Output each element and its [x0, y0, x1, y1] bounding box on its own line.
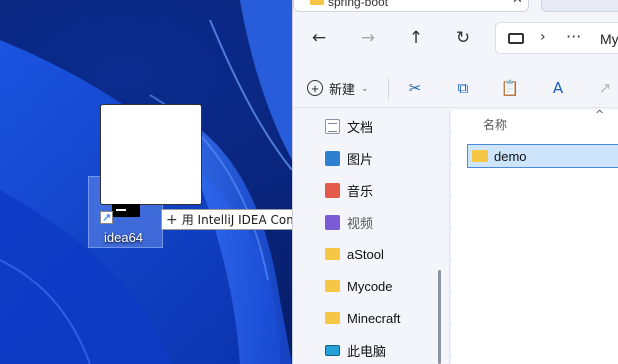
- toolbar-divider: [388, 78, 389, 100]
- sidebar-item-label: 文档: [347, 119, 374, 135]
- new-button[interactable]: + 新建 ⌄: [307, 76, 369, 100]
- sidebar-item-label: 视频: [347, 215, 374, 231]
- tab-title: spring-boot: [328, 0, 389, 9]
- sidebar-item-label: 音乐: [347, 183, 374, 199]
- videos-icon: [325, 214, 340, 230]
- file-name: demo: [494, 148, 527, 164]
- close-tab-icon[interactable]: ✕: [512, 0, 523, 7]
- address-bar-row: ← → ↑ ↻ › ··· Myc: [293, 18, 618, 58]
- paste-icon[interactable]: 📋: [500, 78, 520, 98]
- folder-icon: [325, 312, 340, 324]
- navigation-pane: 文档 📌 图片 📌 音乐 📌 视频 📌 aStool 📌 Mycode 📌: [293, 110, 463, 364]
- intellij-app-icon[interactable]: [112, 204, 140, 217]
- new-label: 新建: [329, 81, 356, 97]
- rename-icon[interactable]: A: [548, 78, 568, 98]
- breadcrumb-more-button[interactable]: ···: [566, 27, 581, 46]
- music-icon: [325, 182, 340, 198]
- sidebar-item-documents[interactable]: 文档 📌: [325, 115, 463, 137]
- sidebar-item-mycode[interactable]: Mycode 📌: [325, 275, 463, 297]
- pictures-icon: [325, 150, 340, 166]
- new-tab-area[interactable]: [541, 0, 618, 12]
- breadcrumb-segment[interactable]: Myc: [600, 31, 618, 47]
- plus-circle-icon: +: [307, 80, 323, 96]
- sidebar-item-astool[interactable]: aStool 📌: [325, 243, 463, 265]
- cut-icon[interactable]: ✂: [405, 78, 425, 98]
- sidebar-item-this-pc[interactable]: 此电脑 📌: [325, 339, 463, 361]
- file-explorer-window: spring-boot ✕ ← → ↑ ↻ › ··· Myc + 新建 ⌄ ✂…: [292, 0, 618, 364]
- drag-preview-thumbnail: [100, 104, 202, 205]
- folder-icon: [310, 0, 324, 5]
- file-list: 名称 ^ demo: [451, 108, 618, 364]
- sidebar-item-label: Mycode: [347, 278, 393, 294]
- sidebar-item-pictures[interactable]: 图片 📌: [325, 147, 463, 169]
- breadcrumb-chevron-icon[interactable]: ›: [540, 29, 546, 45]
- refresh-button[interactable]: ↻: [451, 26, 475, 50]
- explorer-tab[interactable]: spring-boot ✕: [293, 0, 529, 12]
- address-input[interactable]: › ··· Myc: [495, 22, 618, 54]
- pane-divider[interactable]: [449, 110, 450, 364]
- sidebar-item-videos[interactable]: 视频 📌: [325, 211, 463, 233]
- sidebar-item-label: 此电脑: [347, 343, 387, 359]
- share-icon[interactable]: ↗: [595, 78, 615, 98]
- list-item[interactable]: demo: [467, 144, 618, 168]
- up-button[interactable]: ↑: [404, 26, 428, 50]
- plus-icon: +: [166, 211, 178, 228]
- sidebar-item-music[interactable]: 音乐 📌: [325, 179, 463, 201]
- sidebar-item-label: aStool: [347, 246, 384, 262]
- computer-icon: [508, 33, 524, 44]
- folder-icon: [472, 150, 488, 162]
- sidebar-item-label: Minecraft: [347, 310, 401, 326]
- folder-icon: [325, 280, 340, 292]
- this-pc-icon: [325, 344, 340, 356]
- navigation-scrollbar[interactable]: [438, 270, 441, 364]
- copy-icon[interactable]: ⧉: [453, 78, 473, 98]
- desktop-icon-label[interactable]: idea64: [104, 230, 164, 245]
- forward-button[interactable]: →: [356, 26, 380, 50]
- sort-indicator-icon: ^: [595, 108, 605, 121]
- documents-icon: [325, 118, 340, 134]
- shortcut-arrow-icon: ↗: [100, 211, 113, 224]
- sidebar-item-label: 图片: [347, 151, 374, 167]
- chevron-down-icon: ⌄: [361, 82, 369, 93]
- command-bar: + 新建 ⌄ ✂ ⧉ 📋 A ↗: [293, 68, 618, 108]
- column-header-name[interactable]: 名称: [483, 116, 507, 133]
- back-button[interactable]: ←: [307, 26, 331, 50]
- sidebar-item-minecraft[interactable]: Minecraft 📌: [325, 307, 463, 329]
- folder-icon: [325, 248, 340, 260]
